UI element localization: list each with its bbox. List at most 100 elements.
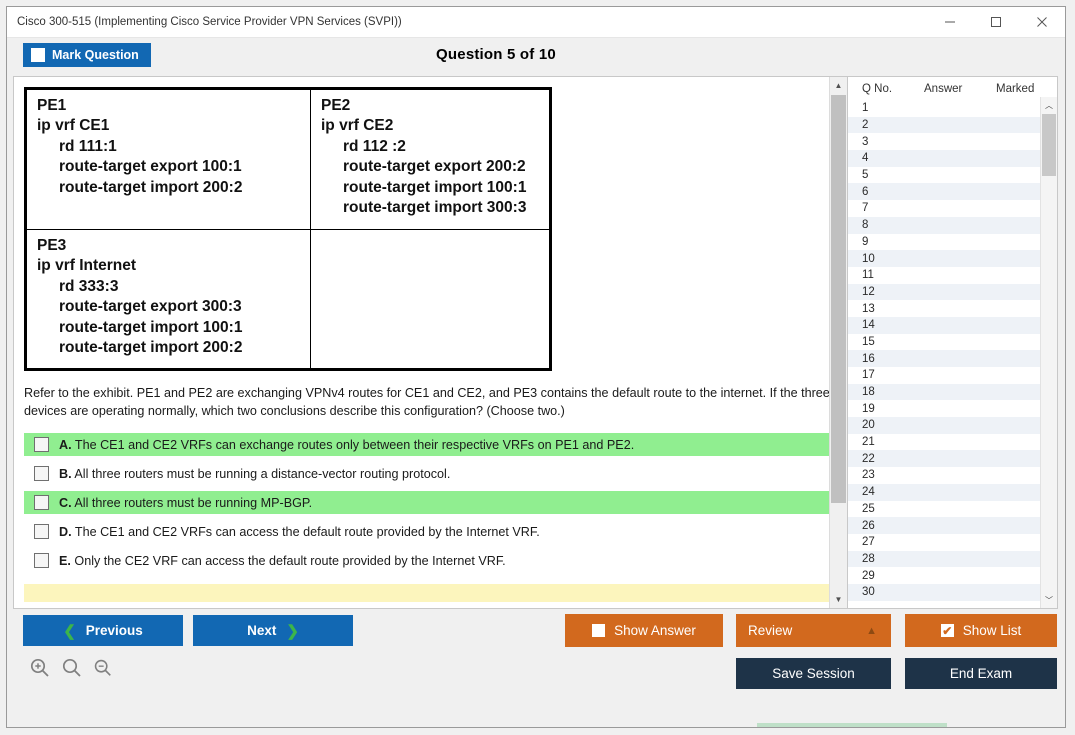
chevron-left-icon: ❮ (63, 622, 76, 640)
question-list-row[interactable]: 21 (848, 434, 1057, 451)
question-list-row[interactable]: 25 (848, 501, 1057, 518)
question-list-row[interactable]: 8 (848, 217, 1057, 234)
option-checkbox[interactable] (34, 524, 49, 539)
list-scroll-up-icon[interactable]: ︿ (1041, 97, 1057, 113)
zoom-icon[interactable] (61, 657, 83, 679)
question-list-row[interactable]: 13 (848, 300, 1057, 317)
option-checkbox[interactable] (34, 437, 49, 452)
option-checkbox[interactable] (34, 553, 49, 568)
question-list-row[interactable]: 24 (848, 484, 1057, 501)
question-list-row[interactable]: 26 (848, 517, 1057, 534)
exhibit-row: PE1 ip vrf CE1 rd 111:1 route-target exp… (26, 89, 551, 230)
config-line: ip vrf CE1 (37, 116, 302, 136)
review-dropdown[interactable]: Review ▲ (736, 614, 891, 647)
list-scroll-down-icon[interactable]: ﹀ (1041, 592, 1057, 608)
maximize-button[interactable] (973, 8, 1019, 37)
question-list-row[interactable]: 28 (848, 551, 1057, 568)
row-question-number: 5 (848, 169, 910, 181)
content-scrollbar[interactable]: ▲ ▼ (829, 77, 847, 608)
show-list-checkbox[interactable]: ✔ (941, 624, 954, 637)
question-list-row[interactable]: 22 (848, 450, 1057, 467)
option-label: C. All three routers must be running MP-… (59, 496, 312, 510)
row-question-number: 28 (848, 553, 910, 565)
question-list-row[interactable]: 7 (848, 200, 1057, 217)
previous-button[interactable]: ❮ Previous (23, 615, 183, 646)
title-bar: Cisco 300-515 (Implementing Cisco Servic… (7, 7, 1065, 38)
question-list-row[interactable]: 6 (848, 183, 1057, 200)
scroll-down-icon[interactable]: ▼ (830, 591, 847, 608)
list-scroll-thumb[interactable] (1042, 114, 1056, 176)
end-exam-button[interactable]: End Exam (905, 658, 1057, 689)
zoom-out-icon[interactable] (93, 658, 113, 678)
option-body: All three routers must be running MP-BGP… (74, 496, 312, 510)
question-list-row[interactable]: 9 (848, 234, 1057, 251)
question-list-row[interactable]: 12 (848, 284, 1057, 301)
question-list-row[interactable]: 1 (848, 100, 1057, 117)
option-checkbox[interactable] (34, 466, 49, 481)
row-question-number: 19 (848, 403, 910, 415)
answer-option-d[interactable]: D. The CE1 and CE2 VRFs can access the d… (24, 520, 838, 543)
row-question-number: 7 (848, 202, 910, 214)
row-question-number: 11 (848, 269, 910, 281)
question-list-row[interactable]: 27 (848, 534, 1057, 551)
question-list-row[interactable]: 18 (848, 384, 1057, 401)
next-label: Next (247, 623, 276, 638)
explanation-band (24, 584, 838, 602)
end-exam-label: End Exam (950, 666, 1012, 681)
status-accent-bar (757, 723, 947, 727)
close-icon (1036, 16, 1048, 28)
row-question-number: 21 (848, 436, 910, 448)
zoom-in-icon[interactable] (29, 657, 51, 679)
row-question-number: 6 (848, 186, 910, 198)
question-list-row[interactable]: 29 (848, 567, 1057, 584)
save-session-button[interactable]: Save Session (736, 658, 891, 689)
minimize-button[interactable] (927, 8, 973, 37)
question-list-row[interactable]: 5 (848, 167, 1057, 184)
content-scroll-thumb[interactable] (831, 95, 846, 503)
row-question-number: 9 (848, 236, 910, 248)
question-list-row[interactable]: 15 (848, 334, 1057, 351)
close-button[interactable] (1019, 8, 1065, 37)
question-list-row[interactable]: 3 (848, 133, 1057, 150)
exhibit-cell-title: PE2 (321, 96, 541, 116)
answer-option-b[interactable]: B. All three routers must be running a d… (24, 462, 838, 485)
minimize-icon (944, 16, 956, 28)
question-list-row[interactable]: 14 (848, 317, 1057, 334)
question-list-row[interactable]: 19 (848, 400, 1057, 417)
application-window: Cisco 300-515 (Implementing Cisco Servic… (6, 6, 1066, 728)
row-question-number: 1 (848, 102, 910, 114)
row-question-number: 16 (848, 353, 910, 365)
next-button[interactable]: Next ❯ (193, 615, 353, 646)
question-list-row[interactable]: 10 (848, 250, 1057, 267)
question-list-row[interactable]: 2 (848, 117, 1057, 134)
question-list-row[interactable]: 17 (848, 367, 1057, 384)
answer-option-e[interactable]: E. Only the CE2 VRF can access the defau… (24, 549, 838, 572)
config-line: route-target import 200:2 (37, 178, 302, 198)
question-list-scrollbar[interactable]: ︿ ﹀ (1040, 97, 1057, 608)
question-list-row[interactable]: 23 (848, 467, 1057, 484)
row-question-number: 4 (848, 152, 910, 164)
option-body: The CE1 and CE2 VRFs can access the defa… (75, 525, 540, 539)
option-letter: B. (59, 467, 72, 481)
show-answer-checkbox[interactable] (592, 624, 605, 637)
option-checkbox[interactable] (34, 495, 49, 510)
answer-option-a[interactable]: A. The CE1 and CE2 VRFs can exchange rou… (24, 433, 838, 456)
question-list-row[interactable]: 16 (848, 350, 1057, 367)
exhibit-row: PE3 ip vrf Internet rd 333:3 route-targe… (26, 229, 551, 370)
question-list-row[interactable]: 11 (848, 267, 1057, 284)
answer-options: A. The CE1 and CE2 VRFs can exchange rou… (24, 433, 837, 572)
show-answer-button[interactable]: Show Answer (565, 614, 723, 647)
question-list-rows: 1234567891011121314151617181920212223242… (848, 100, 1057, 608)
show-list-button[interactable]: ✔ Show List (905, 614, 1057, 647)
config-line: route-target import 200:2 (37, 338, 302, 358)
row-question-number: 14 (848, 319, 910, 331)
option-label: E. Only the CE2 VRF can access the defau… (59, 554, 506, 568)
answer-option-c[interactable]: C. All three routers must be running MP-… (24, 491, 838, 514)
question-list-row[interactable]: 20 (848, 417, 1057, 434)
row-question-number: 8 (848, 219, 910, 231)
question-list-row[interactable]: 30 (848, 584, 1057, 601)
review-label: Review (748, 623, 792, 638)
scroll-up-icon[interactable]: ▲ (830, 77, 847, 94)
config-line: ip vrf CE2 (321, 116, 541, 136)
question-list-row[interactable]: 4 (848, 150, 1057, 167)
